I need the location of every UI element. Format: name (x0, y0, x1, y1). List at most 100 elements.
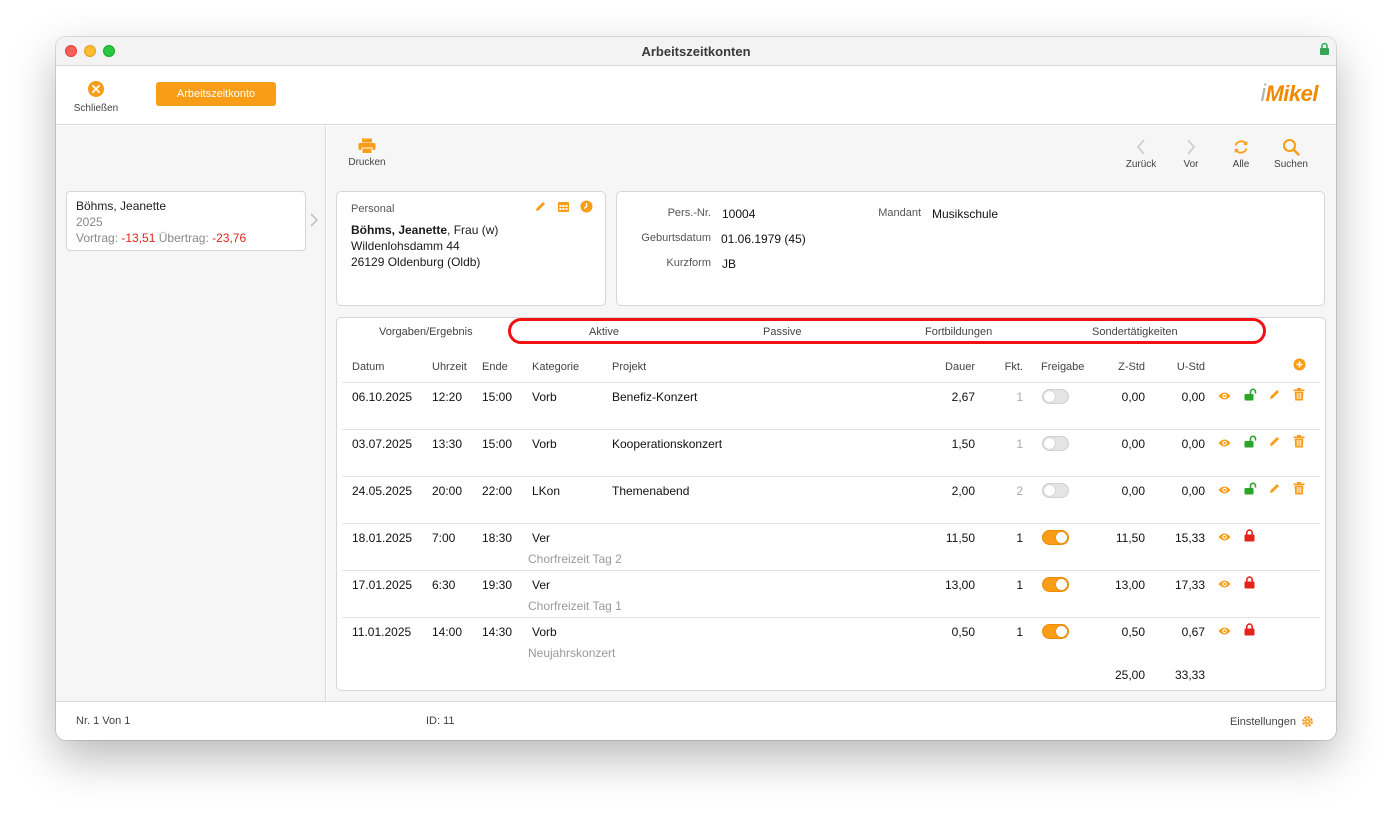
cell-ustd: 0,67 (1181, 625, 1205, 639)
geburtsdatum-value: 01.06.1979 (45) (721, 232, 806, 246)
cell-fkt: 1 (1016, 578, 1023, 592)
freigabe-toggle[interactable] (1042, 389, 1069, 404)
cell-zstd: 11,50 (1115, 531, 1145, 545)
eye-icon[interactable] (1218, 529, 1231, 547)
statusbar: Nr. 1 Von 1 ID: 11 Einstellungen (56, 701, 1336, 740)
cell-uhrzeit: 7:00 (432, 531, 456, 545)
close-circle-icon (88, 81, 104, 97)
pencil-icon[interactable] (1268, 388, 1281, 406)
chevron-right-icon (1187, 139, 1196, 155)
person-list-item[interactable]: Böhms, Jeanette 2025 Vortrag: -13,51 Übe… (66, 191, 306, 251)
pencil-icon[interactable] (1268, 435, 1281, 453)
table-row[interactable]: 18.01.2025 7:00 18:30 Ver 11,50 1 11,50 15,33 Ch… (342, 523, 1320, 570)
pencil-icon[interactable] (1268, 482, 1281, 500)
calendar-icon[interactable] (557, 200, 570, 213)
header-uhrzeit[interactable]: Uhrzeit (432, 361, 467, 373)
settings-button[interactable]: Einstellungen (1230, 715, 1314, 728)
cell-uhrzeit: 13:30 (432, 437, 463, 451)
back-button[interactable]: Zurück (1119, 138, 1163, 170)
eye-icon[interactable] (1218, 435, 1231, 453)
eye-icon[interactable] (1218, 623, 1231, 641)
uebertrag-value: -23,76 (212, 231, 247, 245)
header-projekt[interactable]: Projekt (612, 361, 646, 373)
cell-kategorie: Ver (532, 578, 551, 592)
freigabe-toggle[interactable] (1042, 436, 1069, 451)
header-fkt[interactable]: Fkt. (993, 361, 1023, 373)
cell-ende: 19:30 (482, 578, 513, 592)
cell-beschreibung: Chorfreizeit Tag 2 (528, 552, 622, 566)
eye-icon[interactable] (1218, 388, 1231, 406)
table-row[interactable]: 06.10.2025 12:20 15:00 Vorb Benefiz-Konzert 2… (342, 382, 1320, 429)
geburtsdatum-label: Geburtsdatum (641, 232, 711, 244)
unlock-icon[interactable] (1244, 435, 1258, 453)
lock-icon[interactable] (1244, 576, 1255, 594)
eye-icon[interactable] (1218, 576, 1231, 594)
clock-icon[interactable] (580, 200, 593, 213)
freigabe-toggle[interactable] (1042, 577, 1069, 592)
freigabe-toggle[interactable] (1042, 530, 1069, 545)
lock-icon[interactable] (1244, 529, 1255, 547)
kurzform-label: Kurzform (666, 257, 711, 269)
header-ende[interactable]: Ende (482, 361, 508, 373)
personal-name: Böhms, Jeanette (351, 223, 448, 237)
cell-ustd: 17,33 (1174, 578, 1205, 592)
cell-kategorie: Vorb (532, 625, 557, 639)
toolbar: Schließen Arbeitszeitkonto iMikel (56, 66, 1336, 125)
table-row[interactable]: 03.07.2025 13:30 15:00 Vorb Kooperationskonz… (342, 429, 1320, 476)
cell-kategorie: Ver (532, 531, 551, 545)
mandant-label: Mandant (878, 207, 921, 219)
tab-bar: Vorgaben/Ergebnis Aktive Passive Fortbil… (337, 318, 1327, 346)
table-row[interactable]: 17.01.2025 6:30 19:30 Ver 13,00 1 13,00 17,33 Ch… (342, 570, 1320, 617)
freigabe-toggle[interactable] (1042, 483, 1069, 498)
cell-zstd: 0,00 (1121, 437, 1145, 451)
vortrag-value: -13,51 (121, 231, 156, 245)
cell-fkt: 1 (1016, 437, 1023, 451)
total-ustd: 33,33 (1174, 668, 1205, 682)
header-zstd[interactable]: Z-Std (1097, 361, 1145, 373)
cell-ende: 22:00 (482, 484, 513, 498)
info-panel: Pers.-Nr. 10004 Mandant Musikschule Gebu… (616, 191, 1325, 306)
unlock-icon[interactable] (1244, 388, 1258, 406)
chevron-right-icon[interactable] (310, 213, 319, 232)
freigabe-toggle[interactable] (1042, 624, 1069, 639)
person-balance: Vortrag: -13,51 Übertrag: -23,76 (76, 231, 247, 245)
forward-button[interactable]: Vor (1169, 138, 1213, 170)
header-kategorie[interactable]: Kategorie (532, 361, 579, 373)
app-window: Arbeitszeitkonten Schließen Arbeitszeitk… (56, 37, 1336, 740)
cell-zstd: 0,00 (1121, 484, 1145, 498)
search-button[interactable]: Suchen (1269, 138, 1313, 170)
print-label: Drucken (348, 157, 386, 168)
kurzform-value: JB (722, 257, 737, 271)
lock-icon[interactable] (1244, 623, 1255, 641)
cell-projekt: Themenabend (612, 484, 690, 498)
header-ustd[interactable]: U-Std (1157, 361, 1205, 373)
lock-icon (1319, 42, 1330, 61)
unlock-icon[interactable] (1244, 482, 1258, 500)
header-datum[interactable]: Datum (352, 361, 384, 373)
table-row[interactable]: 11.01.2025 14:00 14:30 Vorb 0,50 1 0,50 0,67 Neu… (342, 617, 1320, 664)
record-counter: Nr. 1 Von 1 (76, 715, 131, 727)
pencil-icon[interactable] (534, 200, 547, 213)
eye-icon[interactable] (1218, 482, 1231, 500)
close-button[interactable]: Schließen (70, 80, 122, 114)
sidebar: Böhms, Jeanette 2025 Vortrag: -13,51 Übe… (56, 126, 326, 701)
table-row[interactable]: 24.05.2025 20:00 22:00 LKon Themenabend 2,00 2… (342, 476, 1320, 523)
trash-icon[interactable] (1293, 482, 1305, 500)
cell-fkt: 1 (1016, 625, 1023, 639)
all-button[interactable]: Alle (1219, 138, 1263, 170)
arbeitszeitkonto-button[interactable]: Arbeitszeitkonto (156, 82, 276, 106)
cell-ustd: 0,00 (1181, 484, 1205, 498)
trash-icon[interactable] (1293, 388, 1305, 406)
cell-ustd: 0,00 (1181, 390, 1205, 404)
tab-vorgaben-ergebnis[interactable]: Vorgaben/Ergebnis (379, 326, 473, 338)
add-circle-icon[interactable] (1293, 358, 1306, 371)
cell-dauer: 2,67 (951, 390, 975, 404)
header-dauer[interactable]: Dauer (927, 361, 975, 373)
print-button[interactable]: Drucken (337, 138, 397, 168)
personal-salutation: , Frau (w) (447, 223, 499, 237)
cell-kategorie: Vorb (532, 437, 557, 451)
trash-icon[interactable] (1293, 435, 1305, 453)
header-freigabe[interactable]: Freigabe (1041, 361, 1084, 373)
cell-zstd: 0,00 (1121, 390, 1145, 404)
cell-projekt: Benefiz-Konzert (612, 390, 698, 404)
